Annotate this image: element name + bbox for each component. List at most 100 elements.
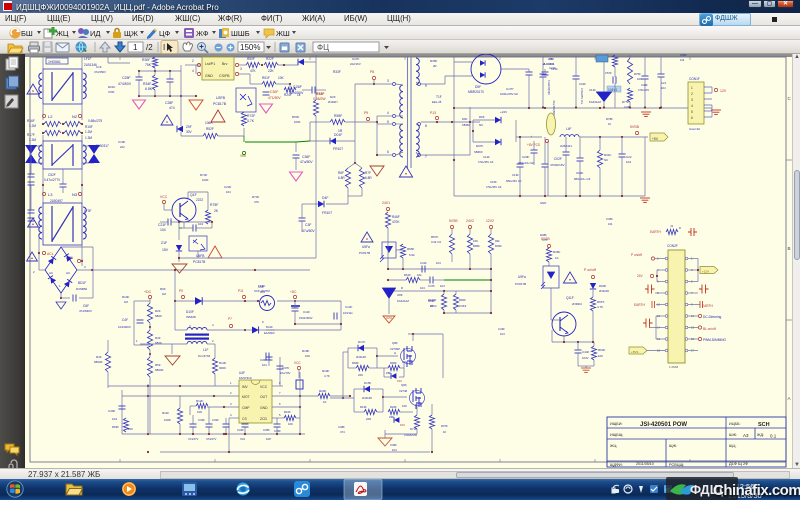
svg-text:Z5F: Z5F: [186, 125, 192, 129]
svg-text:1.3M: 1.3M: [85, 136, 92, 140]
svg-text:U6FB: U6FB: [196, 254, 205, 258]
svg-text:C45F: C45F: [606, 217, 613, 221]
svg-text:N2: N2: [72, 114, 78, 119]
svg-text:R12F: R12F: [196, 399, 204, 403]
svg-text:C26F: C26F: [293, 85, 303, 89]
svg-text:ИЩБИ:: ИЩБИ:: [610, 422, 623, 426]
svg-text:100K: 100K: [294, 120, 301, 124]
svg-text:2011/05/10: 2011/05/10: [636, 462, 654, 466]
svg-text:C13F: C13F: [512, 173, 519, 177]
svg-text:R30F: R30F: [495, 244, 502, 248]
svg-text:CON2F: CON2F: [667, 244, 678, 248]
svg-text:R51F: R51F: [262, 76, 270, 80]
svg-text:U5Fa: U5Fa: [362, 245, 370, 249]
svg-text:R18F: R18F: [302, 349, 310, 353]
svg-text:104: 104: [260, 290, 265, 294]
svg-text:474/50V: 474/50V: [118, 82, 132, 86]
svg-text:1: 1: [133, 43, 138, 52]
svg-text:+DC: +DC: [290, 290, 297, 294]
svg-text:104: 104: [436, 261, 441, 265]
svg-text:C38F: C38F: [338, 425, 345, 429]
svg-text:X2709P: X2709P: [390, 347, 400, 351]
svg-text:9: 9: [425, 84, 427, 88]
svg-text:104V1: 104V1: [608, 88, 617, 92]
svg-text:4.7K: 4.7K: [324, 374, 330, 378]
svg-text:C36F: C36F: [274, 429, 281, 433]
svg-text:+24V: +24V: [500, 110, 507, 114]
svg-text:104: 104: [226, 190, 231, 194]
svg-text:5VSB: 5VSB: [449, 219, 458, 223]
svg-text:C22F: C22F: [579, 82, 586, 86]
svg-text:2N3904: 2N3904: [572, 302, 582, 306]
svg-text:C50F: C50F: [680, 54, 687, 57]
svg-text:R52F: R52F: [206, 127, 214, 131]
svg-text:C19F: C19F: [118, 140, 126, 144]
svg-text:CS: CS: [242, 417, 247, 421]
svg-text:Brv: Brv: [222, 62, 228, 66]
svg-text:C39F: C39F: [390, 443, 397, 447]
svg-text:B: B: [788, 246, 791, 251]
svg-text:5VSB: 5VSB: [630, 125, 640, 129]
svg-text:0.1: 0.1: [770, 434, 777, 439]
svg-text:470u/35V GF: 470u/35V GF: [478, 160, 494, 164]
svg-text:R71F: R71F: [410, 427, 417, 431]
svg-text:R50F: R50F: [247, 57, 255, 61]
svg-text:R36F: R36F: [553, 250, 561, 254]
svg-text:C27F: C27F: [352, 57, 360, 61]
svg-text:R13F: R13F: [360, 405, 367, 409]
svg-text:R76F: R76F: [634, 72, 641, 76]
svg-text:+DC: +DC: [144, 290, 152, 294]
svg-text:BD1F: BD1F: [78, 281, 86, 285]
svg-text:J1: J1: [670, 224, 674, 228]
svg-text:104: 104: [500, 332, 505, 336]
svg-text:Q1F: Q1F: [190, 193, 197, 197]
svg-text:PC817B: PC817B: [515, 282, 526, 286]
svg-text:10K: 10K: [637, 77, 642, 81]
svg-text:1K: 1K: [430, 304, 434, 308]
svg-text:R73F: R73F: [252, 195, 260, 199]
svg-text:Z1F: Z1F: [161, 241, 167, 245]
svg-text:10K: 10K: [402, 360, 407, 364]
svg-text:EARTH: EARTH: [650, 230, 661, 234]
svg-text:104: 104: [608, 222, 613, 226]
svg-text:D6F: D6F: [479, 115, 485, 119]
svg-text:470u/25V Vcc: 470u/25V Vcc: [580, 88, 584, 105]
svg-text:10K: 10K: [598, 354, 603, 358]
svg-text:C22: C22: [626, 155, 632, 159]
svg-text:R59F: R59F: [428, 299, 435, 303]
svg-text:R4F: R4F: [96, 355, 102, 359]
svg-text:Lst/P1: Lst/P1: [205, 62, 215, 66]
svg-text:MOT: MOT: [242, 395, 250, 399]
svg-text:D01F: D01F: [334, 133, 342, 137]
svg-text:SB360: SB360: [462, 123, 470, 127]
svg-text:104: 104: [392, 448, 397, 452]
svg-text:R6TF: R6TF: [597, 300, 605, 304]
svg-text:4: 4: [691, 104, 693, 108]
svg-text:3: 3: [691, 98, 693, 102]
svg-text:10K: 10K: [473, 239, 478, 243]
svg-text:P on/off: P on/off: [584, 268, 596, 272]
svg-text:6.8R: 6.8R: [365, 176, 372, 180]
svg-text:P9: P9: [179, 289, 183, 293]
svg-text:R57F: R57F: [431, 235, 439, 239]
svg-text:C35F: C35F: [263, 428, 270, 432]
svg-text:15C: 15C: [400, 423, 405, 427]
svg-text:R15F: R15F: [85, 125, 93, 129]
svg-text:6.8R: 6.8R: [338, 176, 345, 180]
svg-text:C40F: C40F: [108, 409, 116, 413]
svg-text:C3F: C3F: [305, 223, 311, 227]
svg-text:R63F: R63F: [112, 425, 119, 429]
svg-text:6: 6: [387, 150, 389, 154]
svg-text:10u/70V: 10u/70V: [280, 371, 291, 375]
svg-text:R19F: R19F: [322, 369, 330, 373]
svg-text:10: 10: [323, 400, 327, 404]
svg-text:SCH: SCH: [758, 422, 770, 428]
svg-text:3: 3: [240, 67, 242, 71]
svg-text:0.68u/275: 0.68u/275: [88, 119, 102, 123]
svg-text:R6F: R6F: [338, 171, 344, 175]
svg-text:L2: L2: [48, 114, 53, 119]
svg-text:C47F: C47F: [428, 284, 435, 288]
svg-text:ACL: ACL: [47, 252, 54, 256]
svg-text:GND: GND: [260, 406, 268, 410]
svg-text:L3: L3: [48, 192, 53, 197]
